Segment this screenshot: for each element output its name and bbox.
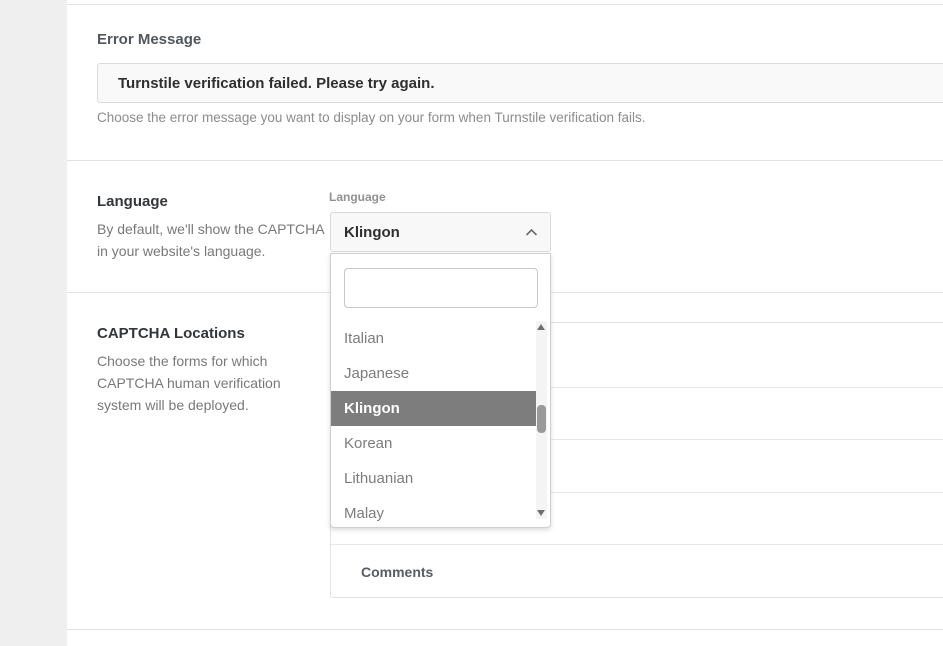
dropdown-options-list: Italian Japanese Klingon Korean Lithuani… [331,321,551,528]
admin-sidebar-gutter [0,0,67,646]
language-select[interactable]: Klingon [330,212,551,252]
captcha-locations-description-line: system will be deployed. [97,394,332,416]
scrollbar-thumb[interactable] [537,405,546,433]
language-field-label: Language [329,190,386,204]
captcha-locations-description-line: CAPTCHA human verification [97,372,332,394]
scroll-down-icon[interactable] [537,510,545,516]
dropdown-search-input[interactable] [344,268,538,308]
section-divider [67,160,943,161]
captcha-locations-description-line: Choose the forms for which [97,350,332,372]
scroll-up-icon[interactable] [537,324,545,330]
error-message-input[interactable] [97,63,943,103]
language-description-line: in your website's language. [97,240,332,262]
error-message-label: Error Message [97,31,201,48]
dropdown-scrollbar[interactable] [536,321,547,519]
dropdown-option-italian[interactable]: Italian [331,321,551,356]
section-divider [67,4,943,5]
section-divider [67,629,943,630]
dropdown-option-lithuanian[interactable]: Lithuanian [331,461,551,496]
language-description-line: By default, we'll show the CAPTCHA [97,218,332,240]
language-description: By default, we'll show the CAPTCHA in yo… [97,218,332,262]
language-select-value: Klingon [344,224,400,241]
language-heading: Language [97,193,168,210]
settings-page: Error Message Choose the error message y… [0,0,943,646]
dropdown-option-malay[interactable]: Malay [331,496,551,528]
language-dropdown-panel: Italian Japanese Klingon Korean Lithuani… [330,253,551,528]
error-message-help: Choose the error message you want to dis… [97,110,646,125]
chevron-up-icon [525,228,538,237]
dropdown-option-japanese[interactable]: Japanese [331,356,551,391]
captcha-location-row-comments[interactable]: Comments [331,544,943,599]
dropdown-option-klingon[interactable]: Klingon [331,391,536,426]
captcha-locations-heading: CAPTCHA Locations [97,325,245,342]
captcha-locations-description: Choose the forms for which CAPTCHA human… [97,350,332,416]
dropdown-option-korean[interactable]: Korean [331,426,551,461]
captcha-location-label-comments: Comments [361,564,433,580]
